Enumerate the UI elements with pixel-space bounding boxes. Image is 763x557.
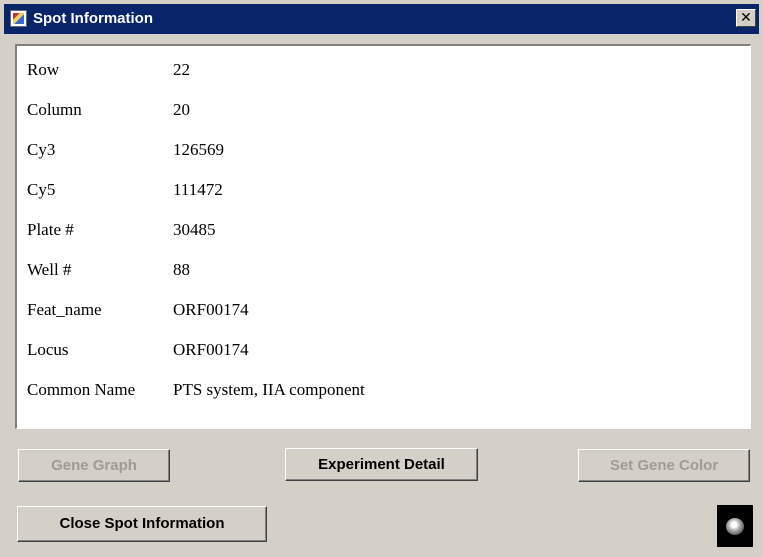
- close-icon: ✕: [740, 10, 752, 26]
- info-label: Cy5: [27, 180, 56, 199]
- experiment-detail-button[interactable]: Experiment Detail: [285, 448, 478, 481]
- info-value: 88: [173, 260, 190, 279]
- info-value: ORF00174: [173, 300, 249, 319]
- info-label: Feat_name: [27, 300, 102, 319]
- info-label: Cy3: [27, 140, 56, 159]
- rotating-logo-icon: [717, 505, 753, 547]
- info-value: 126569: [173, 140, 224, 159]
- gene-graph-button-label: Gene Graph: [51, 457, 137, 474]
- info-value: 111472: [173, 180, 223, 199]
- close-spot-information-button[interactable]: Close Spot Information: [17, 506, 267, 542]
- info-value: PTS system, IIA component: [173, 380, 365, 399]
- close-spot-information-button-label: Close Spot Information: [59, 515, 225, 532]
- info-label: Locus: [27, 340, 69, 359]
- experiment-detail-button-label: Experiment Detail: [318, 456, 445, 473]
- gene-graph-button[interactable]: Gene Graph: [18, 449, 170, 482]
- info-value: 20: [173, 100, 190, 119]
- set-gene-color-button-label: Set Gene Color: [609, 457, 719, 474]
- title-bar[interactable]: Spot Information ✕: [4, 4, 759, 34]
- info-value: ORF00174: [173, 340, 249, 359]
- set-gene-color-button[interactable]: Set Gene Color: [578, 449, 750, 482]
- info-label: Common Name: [27, 380, 136, 399]
- info-label: Row: [27, 60, 60, 79]
- window-title: Spot Information: [33, 10, 153, 27]
- spot-info-panel: Row 22 Column 20 Cy3 126569 Cy5 111472 P…: [15, 44, 751, 429]
- info-value: 22: [173, 60, 190, 79]
- java-app-icon: [10, 10, 27, 27]
- info-label: Column: [27, 100, 82, 119]
- info-label: Well #: [27, 260, 72, 279]
- info-label: Plate #: [27, 220, 74, 239]
- close-window-button[interactable]: ✕: [736, 9, 756, 27]
- info-value: 30485: [173, 220, 216, 239]
